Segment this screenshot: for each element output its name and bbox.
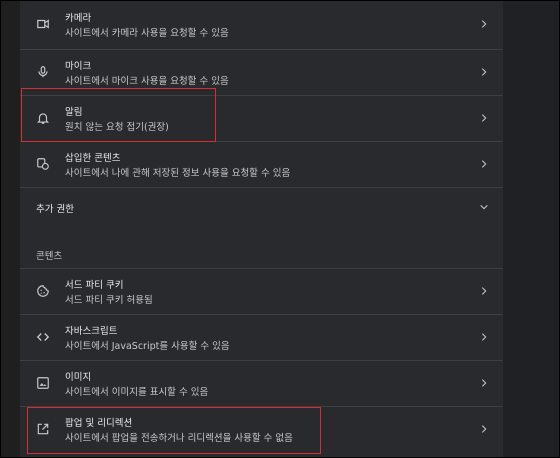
chevron-right-icon [479,424,489,434]
camera-icon [36,17,50,31]
notifications-permission-row[interactable]: 알림 원치 않는 요청 접기(권장) [20,95,503,141]
divider [20,95,503,96]
chevron-right-icon [479,286,489,296]
chevron-right-icon [479,19,489,29]
popups-redirects-row[interactable]: 팝업 및 리디렉션 사이트에서 팝업을 전송하거나 리디렉션을 사용할 수 없음 [20,406,503,452]
javascript-title: 자바스크립트 [65,326,118,337]
divider [20,314,503,315]
camera-description: 사이트에서 카메라 사용을 요청할 수 있음 [65,28,229,39]
screenshot-frame: 카메라 사이트에서 카메라 사용을 요청할 수 있음 마이크 사이트에서 마이크… [0,0,560,458]
cookie-icon [36,284,50,298]
open-in-new-icon [36,422,50,436]
divider [20,406,503,407]
embedded-content-permission-row[interactable]: 삽입한 콘텐츠 사이트에서 나에 관해 저장된 정보 사용을 요청할 수 있음 [20,141,503,187]
microphone-icon [36,65,50,79]
code-icon [36,330,50,344]
image-icon [36,376,50,390]
microphone-description: 사이트에서 마이크 사용을 요청할 수 있음 [65,76,229,87]
camera-permission-row[interactable]: 카메라 사이트에서 카메라 사용을 요청할 수 있음 [20,1,503,47]
popups-description: 사이트에서 팝업을 전송하거나 리디렉션을 사용할 수 없음 [65,433,293,444]
bell-icon [36,111,50,125]
chevron-right-icon [479,332,489,342]
notifications-description: 원치 않는 요청 접기(권장) [65,122,169,133]
divider [20,141,503,142]
embedded-content-title: 삽입한 콘텐츠 [65,153,121,164]
third-party-cookies-row[interactable]: 서드 파티 쿠키 서드 파티 쿠키 허용됨 [20,268,503,314]
microphone-permission-row[interactable]: 마이크 사이트에서 마이크 사용을 요청할 수 있음 [20,49,503,95]
javascript-description: 사이트에서 JavaScript를 사용할 수 있음 [65,341,230,352]
third-party-cookies-title: 서드 파티 쿠키 [65,280,124,291]
chevron-right-icon [479,159,489,169]
notifications-title: 알림 [65,107,83,118]
popups-title: 팝업 및 리디렉션 [65,418,133,429]
divider [20,187,503,188]
camera-title: 카메라 [65,13,92,24]
embedded-content-icon [36,157,50,171]
third-party-cookies-description: 서드 파티 쿠키 허용됨 [65,295,153,306]
images-description: 사이트에서 이미지를 표시할 수 있음 [65,387,209,398]
chevron-right-icon [479,113,489,123]
content-section-heading: 콘텐츠 [36,251,63,262]
chevron-down-icon [479,202,489,212]
divider [20,268,503,269]
chevron-right-icon [479,378,489,388]
javascript-row[interactable]: 자바스크립트 사이트에서 JavaScript를 사용할 수 있음 [20,314,503,360]
divider [20,49,503,50]
additional-permissions-label: 추가 권한 [36,204,74,215]
microphone-title: 마이크 [65,61,92,72]
embedded-content-description: 사이트에서 나에 관해 저장된 정보 사용을 요청할 수 있음 [65,168,291,179]
divider [20,360,503,361]
settings-panel: 카메라 사이트에서 카메라 사용을 요청할 수 있음 마이크 사이트에서 마이크… [20,1,503,457]
images-row[interactable]: 이미지 사이트에서 이미지를 표시할 수 있음 [20,360,503,406]
right-pane [503,1,559,457]
chevron-right-icon [479,67,489,77]
images-title: 이미지 [65,372,92,383]
additional-permissions-toggle[interactable]: 추가 권한 [20,187,503,227]
